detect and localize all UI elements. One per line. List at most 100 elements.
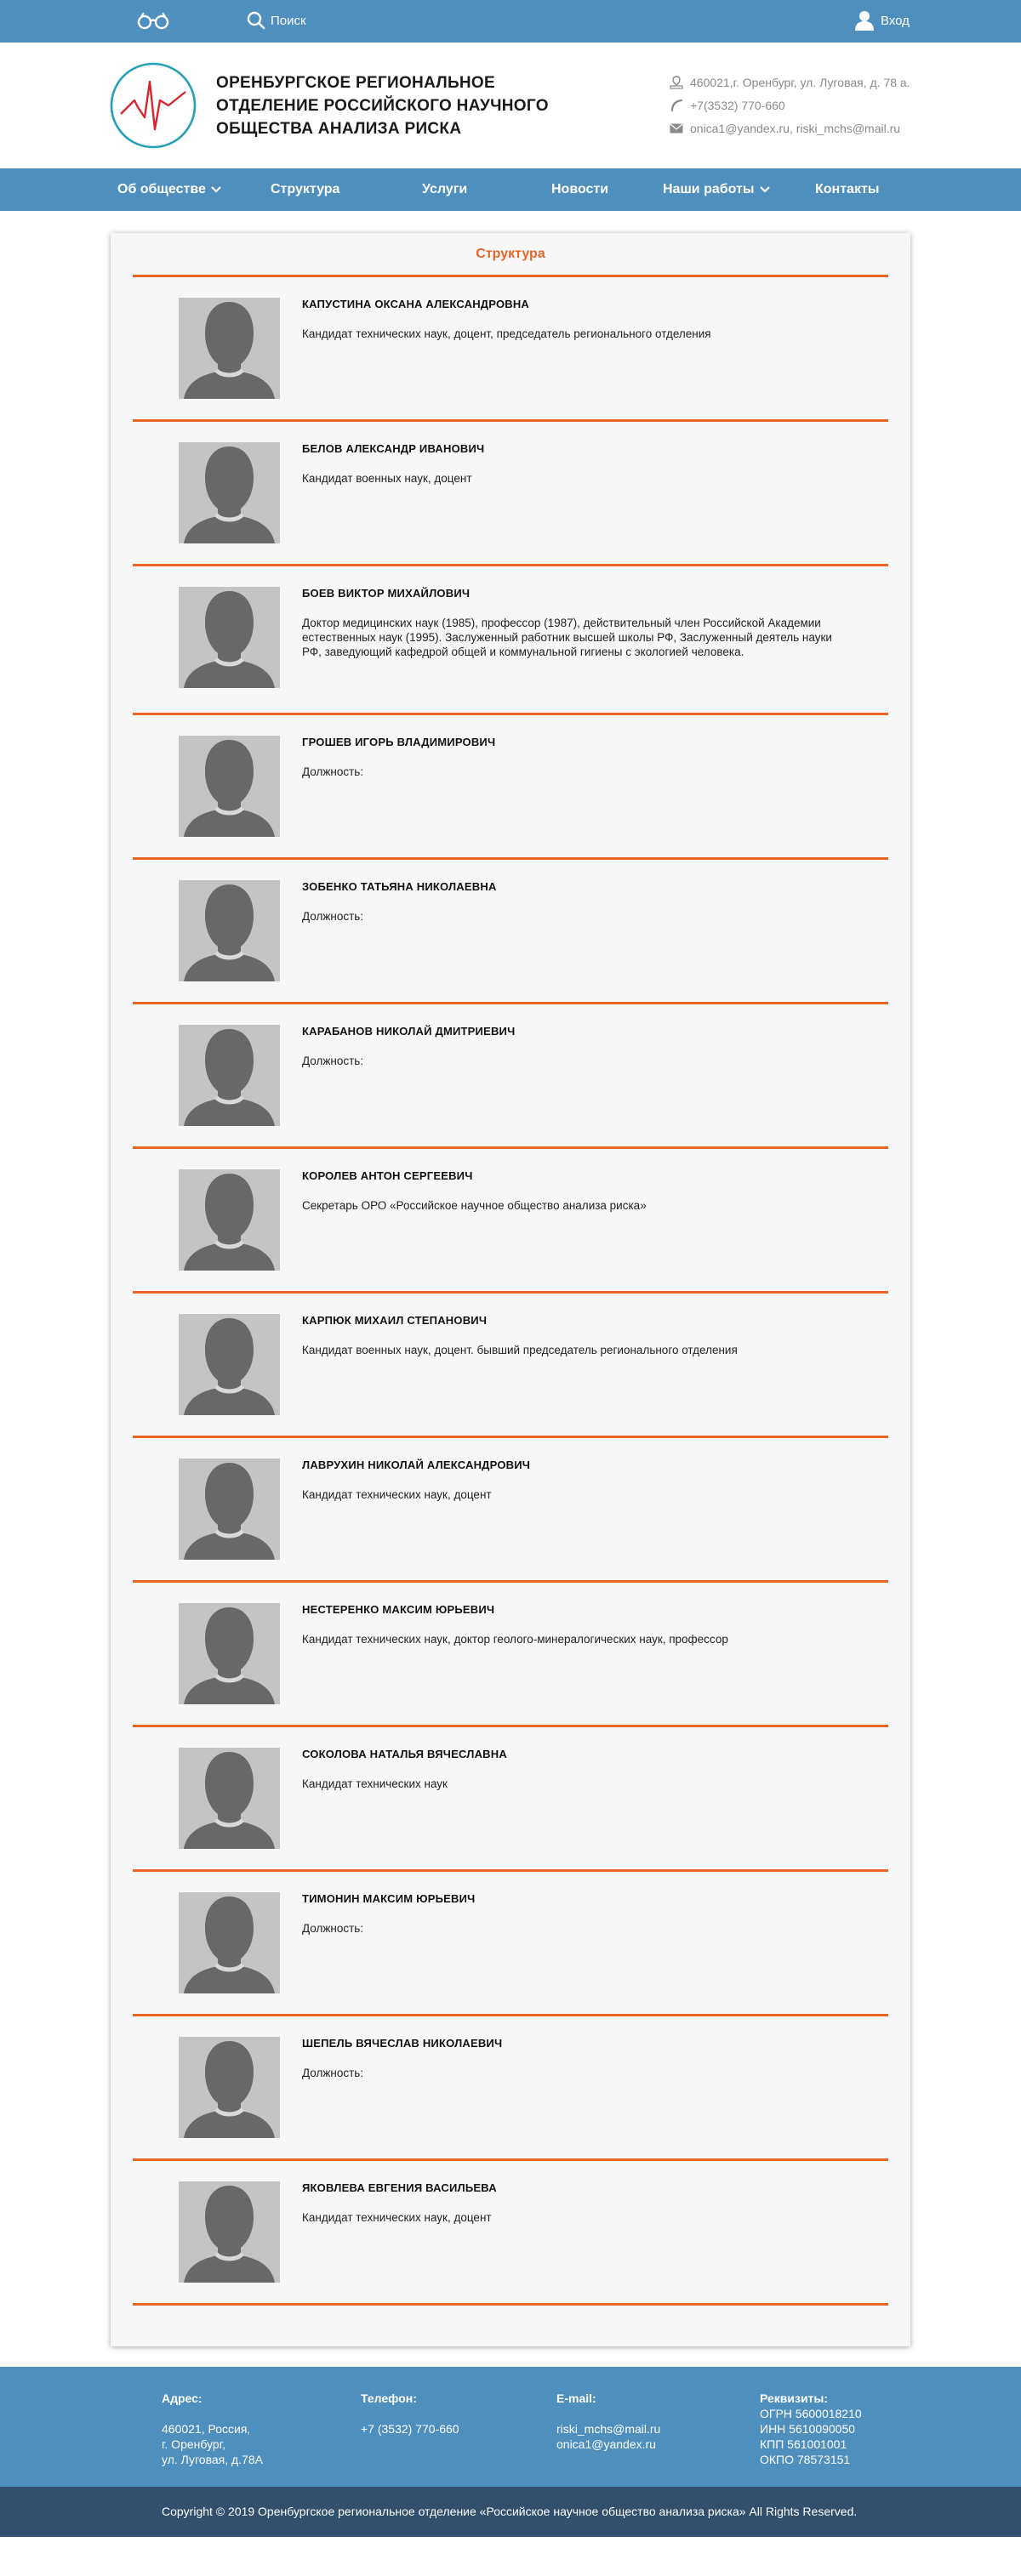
footer-address-line: ул. Луговая, д.78А bbox=[162, 2453, 263, 2466]
person-name: КАРПЮК МИХАИЛ СТЕПАНОВИЧ bbox=[302, 1314, 488, 1327]
person-name: БОЕВ ВИКТОР МИХАЙЛОВИЧ bbox=[302, 587, 471, 600]
person-description: Кандидат военных наук, доцент. бывший пр… bbox=[302, 1344, 738, 1356]
footer-requisites-line: ИНН 5610090050 bbox=[760, 2422, 856, 2436]
nav-structure-label: Структура bbox=[271, 182, 340, 196]
user-icon bbox=[855, 11, 874, 31]
nav-services-label: Услуги bbox=[422, 182, 468, 196]
nav-news[interactable]: Новости bbox=[551, 168, 608, 211]
person-name: КАРАБАНОВ НИКОЛАЙ ДМИТРИЕВИЧ bbox=[302, 1025, 516, 1038]
header-email[interactable]: onica1@yandex.ru, riski_mchs@mail.ru bbox=[670, 117, 910, 139]
email-text: onica1@yandex.ru, riski_mchs@mail.ru bbox=[690, 121, 901, 135]
footer-requisites-line: ОКПО 78573151 bbox=[760, 2453, 851, 2466]
person-description: Секретарь ОРО «Российское научное общест… bbox=[302, 1199, 647, 1212]
person-photo-placeholder bbox=[179, 736, 280, 837]
nav-contacts-label: Контакты bbox=[815, 182, 880, 196]
chevron-down-icon bbox=[759, 186, 770, 193]
person-photo-placeholder bbox=[179, 1025, 280, 1126]
person-name: ШЕПЕЛЬ ВЯЧЕСЛАВ НИКОЛАЕВИЧ bbox=[302, 2037, 503, 2050]
site-header: ОРЕНБУРГСКОЕ РЕГИОНАЛЬНОЕ ОТДЕЛЕНИЕ РОСС… bbox=[0, 43, 1021, 168]
site-footer: Адрес: 460021, Россия, г. Оренбург, ул. … bbox=[0, 2367, 1021, 2487]
footer-email-link[interactable]: onica1@yandex.ru bbox=[556, 2437, 660, 2452]
low-vision-glasses-icon[interactable] bbox=[137, 11, 169, 34]
footer-phone: Телефон: +7 (3532) 770-660 bbox=[361, 2391, 459, 2437]
nav-works[interactable]: Наши работы bbox=[663, 168, 770, 211]
person-card: НЕСТЕРЕНКО МАКСИМ ЮРЬЕВИЧ Кандидат технич… bbox=[133, 1583, 888, 1727]
person-photo-placeholder bbox=[179, 2181, 280, 2283]
person-description: Кандидат технических наук, доцент bbox=[302, 2211, 492, 2224]
person-description: Должность: bbox=[302, 1055, 364, 1067]
nav-about[interactable]: Об обществе bbox=[117, 168, 221, 211]
search-icon bbox=[247, 11, 265, 30]
phone-text: +7(3532) 770-660 bbox=[690, 98, 785, 112]
person-card: ЗОБЕНКО ТАТЬЯНА НИКОЛАЕВНА Должность: bbox=[133, 860, 888, 1004]
mail-icon bbox=[670, 123, 683, 133]
footer-requisites-heading: Реквизиты: bbox=[760, 2391, 829, 2405]
person-photo-placeholder bbox=[179, 587, 280, 688]
person-photo-placeholder bbox=[179, 1748, 280, 1849]
footer-address-line: г. Оренбург, bbox=[162, 2437, 225, 2451]
nav-structure[interactable]: Структура bbox=[271, 168, 339, 211]
person-description: Кандидат технических наук, доцент, предс… bbox=[302, 327, 711, 340]
person-card: КАРПЮК МИХАИЛ СТЕПАНОВИЧ Кандидат военных… bbox=[133, 1294, 888, 1438]
footer-requisites-line: ОГРН 5600018210 bbox=[760, 2407, 862, 2420]
main-nav: Об обществе Структура Услуги Новости Наш… bbox=[0, 168, 1021, 211]
person-card: ТИМОНИН МАКСИМ ЮРЬЕВИЧ Должность: bbox=[133, 1872, 888, 2016]
person-card: ШЕПЕЛЬ ВЯЧЕСЛАВ НИКОЛАЕВИЧ Должность: bbox=[133, 2016, 888, 2161]
footer-address: Адрес: 460021, Россия, г. Оренбург, ул. … bbox=[162, 2391, 263, 2467]
nav-services[interactable]: Услуги bbox=[422, 168, 467, 211]
person-card: КОРОЛЕВ АНТОН СЕРГЕЕВИЧ Секретарь ОРО «Ро… bbox=[133, 1149, 888, 1294]
search-link[interactable]: Поиск bbox=[247, 11, 306, 30]
header-phone[interactable]: +7(3532) 770-660 bbox=[670, 94, 910, 117]
person-name: ТИМОНИН МАКСИМ ЮРЬЕВИЧ bbox=[302, 1892, 476, 1905]
footer-requisites: Реквизиты: ОГРН 5600018210 ИНН 561009005… bbox=[760, 2391, 862, 2467]
person-name: ГРОШЕВ ИГОРЬ ВЛАДИМИРОВИЧ bbox=[302, 736, 496, 748]
footer-email: E-mail: riski_mchs@mail.ru onica1@yandex… bbox=[556, 2391, 660, 2452]
footer-address-heading: Адрес: bbox=[162, 2391, 202, 2405]
header-contacts: 460021,г. Оренбург, ул. Луговая, д. 78 а… bbox=[670, 71, 910, 139]
page-title: Структура bbox=[476, 247, 545, 261]
structure-panel: Структура КАПУСТИНА ОКСАНА АЛЕКСАНДРОВНА… bbox=[111, 233, 910, 2346]
logo-icon[interactable] bbox=[109, 61, 197, 150]
footer-email-heading: E-mail: bbox=[556, 2391, 596, 2405]
footer-phone-heading: Телефон: bbox=[361, 2391, 417, 2405]
person-description: Кандидат военных наук, доцент bbox=[302, 472, 472, 485]
person-card: ЯКОВЛЕВА ЕВГЕНИЯ ВАСИЛЬЕВА Кандидат техни… bbox=[133, 2161, 888, 2306]
person-photo-placeholder bbox=[179, 1169, 280, 1271]
person-card: КАПУСТИНА ОКСАНА АЛЕКСАНДРОВНА Кандидат т… bbox=[133, 277, 888, 422]
person-card: ГРОШЕВ ИГОРЬ ВЛАДИМИРОВИЧ Должность: bbox=[133, 715, 888, 860]
header-address: 460021,г. Оренбург, ул. Луговая, д. 78 а… bbox=[670, 71, 910, 94]
search-label: Поиск bbox=[271, 13, 306, 28]
person-name: БЕЛОВ АЛЕКСАНДР ИВАНОВИЧ bbox=[302, 442, 485, 455]
person-photo-placeholder bbox=[179, 298, 280, 399]
location-icon bbox=[670, 75, 683, 89]
footer-requisites-line: КПП 561001001 bbox=[760, 2437, 847, 2451]
person-card: ЛАВРУХИН НИКОЛАЙ АЛЕКСАНДРОВИЧ Кандидат т… bbox=[133, 1438, 888, 1583]
person-card: СОКОЛОВА НАТАЛЬЯ ВЯЧЕСЛАВНА Кандидат техн… bbox=[133, 1727, 888, 1872]
nav-contacts[interactable]: Контакты bbox=[815, 168, 879, 211]
person-description: Должность: bbox=[302, 765, 364, 778]
nav-news-label: Новости bbox=[551, 182, 609, 196]
person-photo-placeholder bbox=[179, 880, 280, 981]
person-photo-placeholder bbox=[179, 442, 280, 543]
person-name: КАПУСТИНА ОКСАНА АЛЕКСАНДРОВНА bbox=[302, 298, 530, 310]
person-photo-placeholder bbox=[179, 1892, 280, 1993]
person-card: БЕЛОВ АЛЕКСАНДР ИВАНОВИЧ Кандидат военных… bbox=[133, 422, 888, 566]
person-card: КАРАБАНОВ НИКОЛАЙ ДМИТРИЕВИЧ Должность: bbox=[133, 1004, 888, 1149]
footer-phone-link[interactable]: +7 (3532) 770-660 bbox=[361, 2421, 459, 2437]
person-card: БОЕВ ВИКТОР МИХАЙЛОВИЧ Доктор медицинских… bbox=[133, 566, 888, 715]
nav-about-label: Об обществе bbox=[117, 182, 206, 196]
person-description: Доктор медицинских наук (1985), профессо… bbox=[302, 617, 832, 658]
person-description: Кандидат технических наук bbox=[302, 1777, 448, 1790]
footer-email-link[interactable]: riski_mchs@mail.ru bbox=[556, 2421, 660, 2437]
person-photo-placeholder bbox=[179, 2037, 280, 2138]
person-name: ЛАВРУХИН НИКОЛАЙ АЛЕКСАНДРОВИЧ bbox=[302, 1459, 531, 1471]
person-name: НЕСТЕРЕНКО МАКСИМ ЮРЬЕВИЧ bbox=[302, 1603, 495, 1616]
person-name: ЗОБЕНКО ТАТЬЯНА НИКОЛАЕВНА bbox=[302, 880, 497, 893]
login-link[interactable]: Вход bbox=[855, 10, 910, 31]
person-description: Кандидат технических наук, доктор геолог… bbox=[302, 1633, 728, 1646]
copyright: Copyright © 2019 Оренбургское региональн… bbox=[0, 2487, 1021, 2537]
chevron-down-icon bbox=[211, 186, 221, 193]
address-text: 460021,г. Оренбург, ул. Луговая, д. 78 а… bbox=[690, 75, 910, 89]
person-description: Кандидат технических наук, доцент bbox=[302, 1488, 492, 1501]
footer-address-line: 460021, Россия, bbox=[162, 2422, 251, 2436]
